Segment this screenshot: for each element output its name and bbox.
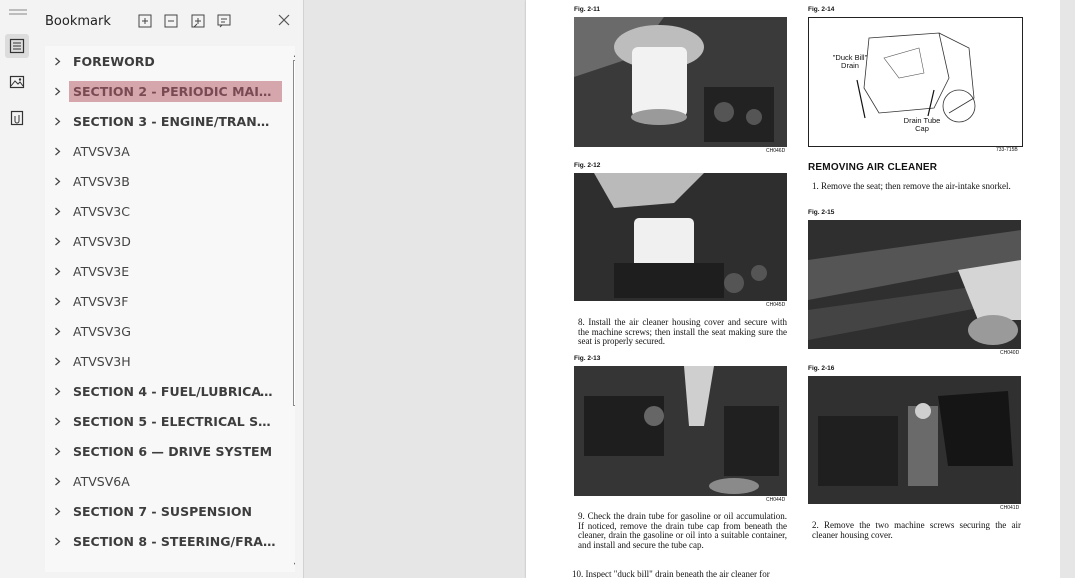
bookmark-item[interactable]: ATVSV3F [45,287,283,315]
chevron-right-icon[interactable] [49,447,65,456]
bookmark-tree[interactable]: FOREWORD SECTION 2 - PERIODIC MAINTENA...… [45,46,295,572]
step-10-text: 10. Inspect "duck bill" drain beneath th… [572,569,770,578]
bookmark-item[interactable]: SECTION 3 - ENGINE/TRANSMISSION [45,107,283,135]
vertical-scroll-area[interactable] [1060,0,1075,578]
bookmark-item-label: ATVSV3D [73,233,131,249]
chevron-right-icon[interactable] [49,357,65,366]
close-icon[interactable] [276,12,292,28]
fig-label: Fig. 2-16 [808,365,835,372]
bookmark-item[interactable]: SECTION 6 — DRIVE SYSTEM [45,437,283,465]
chevron-right-icon[interactable] [49,387,65,396]
bookmark-item[interactable]: ATVSV3C [45,197,283,225]
bookmark-item-label: SECTION 2 - PERIODIC MAINTENA... [69,80,282,102]
bookmark-item-label: ATVSV3C [73,203,130,219]
diagram-fig-2-14: "Duck Bill" Drain Drain Tube Cap [808,17,1023,147]
bookmark-item-label: ATVSV6A [73,473,130,489]
image-icon[interactable] [5,70,29,94]
bookmark-item[interactable]: SECTION 8 - STEERING/FRAME [45,527,283,555]
bookmark-item-label: SECTION 8 - STEERING/FRAME [73,533,282,549]
section-heading: REMOVING AIR CLEANER [808,162,938,173]
photo-fig-2-13 [574,366,787,496]
bookmark-item-label: SECTION 5 - ELECTRICAL SYSTEM [73,413,282,429]
chevron-right-icon[interactable] [49,237,65,246]
chevron-right-icon[interactable] [49,477,65,486]
bookmark-item[interactable]: ATVSV3A [45,137,283,165]
bookmark-item-label: FOREWORD [73,53,155,69]
document-page: Fig. 2-11 CH046D Fig. 2-12 CH045D 8. Ins… [526,0,1060,578]
fig-label: Fig. 2-14 [808,6,835,13]
bookmark-item-label: ATVSV3F [73,293,129,309]
bookmark-item-label: SECTION 4 - FUEL/LUBRICATION/C... [73,383,282,399]
photo-code: CH046D [766,148,786,154]
bookmark-item[interactable]: ATVSV3B [45,167,283,195]
photo-fig-2-12 [574,173,787,301]
tree-scrollbar[interactable]: ▲ ▼ [291,46,295,572]
chevron-right-icon[interactable] [49,417,65,426]
step-9-text: 9. Check the drain tube for gasoline or … [578,511,787,550]
photo-code: CH044D [766,497,786,503]
chevron-right-icon[interactable] [49,117,65,126]
diagram-code: 733-715B [996,147,1018,153]
grip-icon[interactable] [9,9,27,11]
chevron-right-icon[interactable] [49,207,65,216]
step-1-text: 1. Remove the seat; then remove the air-… [812,181,1011,191]
chevron-right-icon[interactable] [49,147,65,156]
bookmark-list-icon[interactable] [5,34,29,58]
bookmark-item-label: SECTION 3 - ENGINE/TRANSMISSION [73,113,282,129]
edit-bookmark-icon[interactable] [216,13,232,29]
chevron-right-icon[interactable] [49,537,65,546]
fig-label: Fig. 2-12 [574,162,601,169]
chevron-right-icon[interactable] [49,507,65,516]
photo-fig-2-11 [574,17,787,147]
bookmark-panel: Bookmark FOREWORD SECTION 2 - PERIODIC MA… [36,0,304,578]
bookmark-item-label: ATVSV3B [73,173,130,189]
bookmark-item[interactable]: ATVSV3E [45,257,283,285]
chevron-right-icon[interactable] [49,297,65,306]
side-rail [0,0,37,578]
add-bookmark-icon[interactable] [190,13,206,29]
photo-code: CH040D [1000,350,1020,356]
panel-title: Bookmark [45,14,111,29]
bookmark-item[interactable]: ATVSV3D [45,227,283,255]
bookmark-item-label: SECTION 7 - SUSPENSION [73,503,252,519]
chevron-right-icon[interactable] [49,87,65,96]
chevron-right-icon[interactable] [49,327,65,336]
chevron-right-icon[interactable] [49,57,65,66]
photo-code: CH041D [1000,505,1020,511]
bookmark-item[interactable]: FOREWORD [45,47,283,75]
bookmark-item[interactable]: SECTION 2 - PERIODIC MAINTENA... [45,77,283,105]
expand-all-icon[interactable] [137,13,153,29]
bookmark-item[interactable]: SECTION 7 - SUSPENSION [45,497,283,525]
bookmark-item-label: ATVSV3E [73,263,130,279]
chevron-right-icon[interactable] [49,267,65,276]
bookmark-item[interactable]: ATVSV3G [45,317,283,345]
fig-label: Fig. 2-11 [574,6,601,13]
duck-bill-label: "Duck Bill" Drain [832,53,868,70]
bookmark-item[interactable]: ATVSV6A [45,467,283,495]
fig-label: Fig. 2-13 [574,355,601,362]
collapse-all-icon[interactable] [163,13,179,29]
bookmark-item[interactable]: SECTION 4 - FUEL/LUBRICATION/C... [45,377,283,405]
step-2-text: 2. Remove the two machine screws securin… [812,520,1021,540]
bookmark-item[interactable]: ATVSV3H [45,347,283,375]
chevron-right-icon[interactable] [49,177,65,186]
bookmark-item-label: ATVSV3A [73,143,130,159]
bookmark-item-label: SECTION 6 — DRIVE SYSTEM [73,443,273,459]
scroll-thumb[interactable] [293,60,295,406]
photo-fig-2-16 [808,376,1021,504]
step-8-text: 8. Install the air cleaner housing cover… [578,317,787,346]
scroll-up-icon[interactable]: ▲ [292,48,295,58]
attachment-icon[interactable] [5,106,29,130]
scroll-down-icon[interactable]: ▼ [292,560,295,570]
bookmark-item-label: ATVSV3G [73,323,131,339]
photo-fig-2-15 [808,220,1021,349]
drain-tube-label: Drain Tube Cap [903,116,941,133]
photo-code: CH045D [766,302,786,308]
bookmark-item-label: ATVSV3H [73,353,131,369]
bookmark-item[interactable]: SECTION 5 - ELECTRICAL SYSTEM [45,407,283,435]
fig-label: Fig. 2-15 [808,209,835,216]
